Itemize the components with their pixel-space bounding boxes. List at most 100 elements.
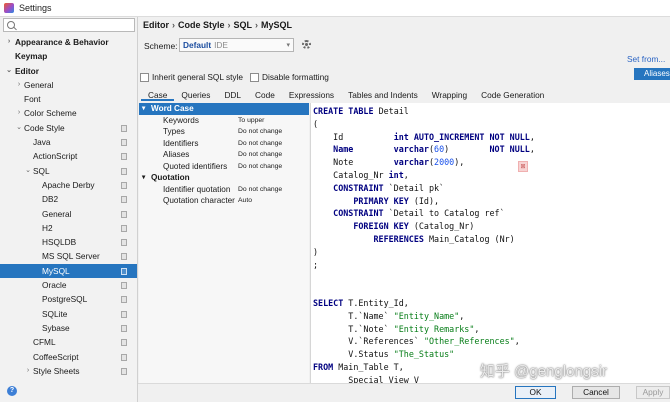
sidebar-item-label: Style Sheets: [33, 365, 80, 376]
sidebar-item-keymap[interactable]: Keymap: [0, 49, 137, 63]
code-token: int AUTO_INCREMENT NOT NULL: [393, 131, 530, 142]
code-preview[interactable]: CREATE TABLE Detail( Id int AUTO_INCREME…: [310, 103, 670, 383]
set-from-menu-item-aliases[interactable]: Aliases: [634, 68, 670, 80]
chevron-down-icon[interactable]: ⌄: [24, 164, 32, 178]
sidebar-item-label: Keymap: [15, 51, 48, 62]
sidebar-item-actionscript[interactable]: ActionScript: [0, 149, 137, 163]
sidebar-item-ms-sql-server[interactable]: MS SQL Server: [0, 249, 137, 263]
code-token: ,: [474, 323, 480, 334]
tab-code[interactable]: Code: [248, 88, 282, 101]
sidebar-item-color-scheme[interactable]: › Color Scheme: [0, 106, 137, 120]
sidebar-item-general[interactable]: General: [0, 207, 137, 221]
sidebar-item-code-style[interactable]: ⌄ Code Style: [0, 121, 137, 135]
sidebar-item-sqlite[interactable]: SQLite: [0, 307, 137, 321]
option-keywords[interactable]: Keywords To upper: [139, 115, 309, 127]
code-token: ): [313, 246, 319, 257]
sidebar-item-postgresql[interactable]: PostgreSQL: [0, 292, 137, 306]
option-value[interactable]: Do not change: [238, 184, 282, 196]
option-aliases[interactable]: Aliases Do not change: [139, 149, 309, 161]
page-icon: [121, 153, 127, 161]
sidebar-item-label: CFML: [33, 337, 56, 348]
sidebar-item-mysql[interactable]: MySQL: [0, 263, 137, 279]
page-icon: [121, 239, 127, 247]
breadcrumb-item[interactable]: SQL: [234, 20, 253, 30]
sidebar-item-oracle[interactable]: Oracle: [0, 278, 137, 292]
gear-icon[interactable]: [302, 40, 311, 49]
option-value[interactable]: Do not change: [238, 138, 282, 150]
option-label: Identifiers: [163, 138, 199, 148]
page-icon: [121, 167, 127, 175]
option-value[interactable]: Auto: [238, 195, 252, 207]
sidebar-item-sybase[interactable]: Sybase: [0, 321, 137, 335]
chevron-right-icon[interactable]: ›: [15, 78, 23, 92]
sidebar-item-style-sheets[interactable]: › Style Sheets: [0, 364, 137, 378]
sidebar-item-java[interactable]: Java: [0, 135, 137, 149]
option-types[interactable]: Types Do not change: [139, 126, 309, 138]
chevron-right-icon[interactable]: ›: [5, 35, 13, 49]
breadcrumb-item[interactable]: Code Style: [178, 20, 225, 30]
sidebar-item-font[interactable]: Font: [0, 92, 137, 106]
checkbox-label: Inherit general SQL style: [152, 72, 244, 82]
ok-button[interactable]: OK: [515, 386, 556, 399]
sidebar-item-appearance-behavior[interactable]: › Appearance & Behavior: [0, 35, 137, 49]
page-icon: [121, 210, 127, 218]
tab-wrapping[interactable]: Wrapping: [425, 88, 474, 101]
tab-code-generation[interactable]: Code Generation: [474, 88, 551, 101]
tab-tables-and-indents[interactable]: Tables and Indents: [341, 88, 425, 101]
settings-search-input[interactable]: [19, 19, 129, 31]
sidebar-item-general[interactable]: › General: [0, 78, 137, 92]
style-checkboxes: Inherit general SQL style Disable format…: [140, 72, 336, 82]
option-identifiers[interactable]: Identifiers Do not change: [139, 138, 309, 150]
settings-search-box[interactable]: [3, 18, 135, 32]
tab-expressions[interactable]: Expressions: [282, 88, 341, 101]
option-value[interactable]: To upper: [238, 115, 264, 127]
chevron-right-icon[interactable]: ›: [15, 106, 23, 120]
option-value[interactable]: Do not change: [238, 161, 282, 173]
chevron-right-icon[interactable]: ›: [24, 364, 32, 378]
sidebar-item-coffeescript[interactable]: CoffeeScript: [0, 350, 137, 364]
breadcrumb-separator: ›: [172, 20, 175, 30]
option-identifier-quotation[interactable]: Identifier quotation Do not change: [139, 184, 309, 196]
breadcrumb-item[interactable]: MySQL: [261, 20, 292, 30]
tab-queries[interactable]: Queries: [174, 88, 217, 101]
checkbox-box[interactable]: [250, 72, 260, 82]
sidebar-item-sql[interactable]: ⌄ SQL: [0, 164, 137, 178]
cancel-button[interactable]: Cancel: [572, 386, 620, 399]
option-value[interactable]: Do not change: [238, 126, 282, 138]
disable-formatting-checkbox[interactable]: Disable formatting: [250, 72, 329, 82]
title-bar: Settings: [0, 0, 670, 17]
code-token: Id: [313, 131, 394, 142]
code-line: (: [313, 118, 535, 131]
chevron-down-icon[interactable]: ⌄: [5, 64, 13, 78]
sidebar-item-editor[interactable]: ⌄ Editor: [0, 64, 137, 78]
set-from-link[interactable]: Set from...: [627, 54, 665, 64]
apply-button[interactable]: Apply: [636, 386, 670, 399]
breadcrumb-item[interactable]: Editor: [143, 20, 169, 30]
option-word-case[interactable]: ▾ Word Case: [139, 103, 309, 115]
option-label: Aliases: [163, 150, 190, 159]
tab-case[interactable]: Case: [141, 88, 175, 101]
option-quotation-character[interactable]: Quotation character Auto: [139, 195, 309, 207]
checkbox-box[interactable]: [140, 72, 149, 82]
sidebar-item-label: MySQL: [42, 265, 70, 276]
inherit-general-sql-style-checkbox[interactable]: Inherit general SQL style: [140, 72, 243, 82]
code-style-tabs: Case Queries DDL Code Expressions Tables and …: [141, 88, 551, 101]
sidebar-item-cfml[interactable]: CFML: [0, 335, 137, 349]
sidebar-item-h2[interactable]: H2: [0, 221, 137, 235]
scheme-select[interactable]: Default IDE ▾: [179, 38, 294, 52]
sidebar-item-apache-derby[interactable]: Apache Derby: [0, 178, 137, 192]
code-token: T.`Name`: [313, 310, 394, 321]
sidebar-item-db2[interactable]: DB2: [0, 192, 137, 206]
code-token: CONSTRAINT: [313, 182, 389, 193]
tab-ddl[interactable]: DDL: [217, 88, 248, 101]
option-value[interactable]: Do not change: [238, 149, 282, 161]
chevron-down-icon[interactable]: ⌄: [15, 121, 23, 135]
option-quotation[interactable]: ▾ Quotation: [139, 172, 309, 184]
expand-triangle-icon[interactable]: ▾: [142, 103, 145, 115]
option-quoted-identifiers[interactable]: Quoted identifiers Do not change: [139, 161, 309, 173]
help-icon[interactable]: ?: [7, 386, 17, 396]
watermark: 知乎 @genglongsir: [480, 363, 607, 380]
expand-triangle-icon[interactable]: ▾: [142, 172, 145, 184]
sidebar-item-hsqldb[interactable]: HSQLDB: [0, 235, 137, 249]
